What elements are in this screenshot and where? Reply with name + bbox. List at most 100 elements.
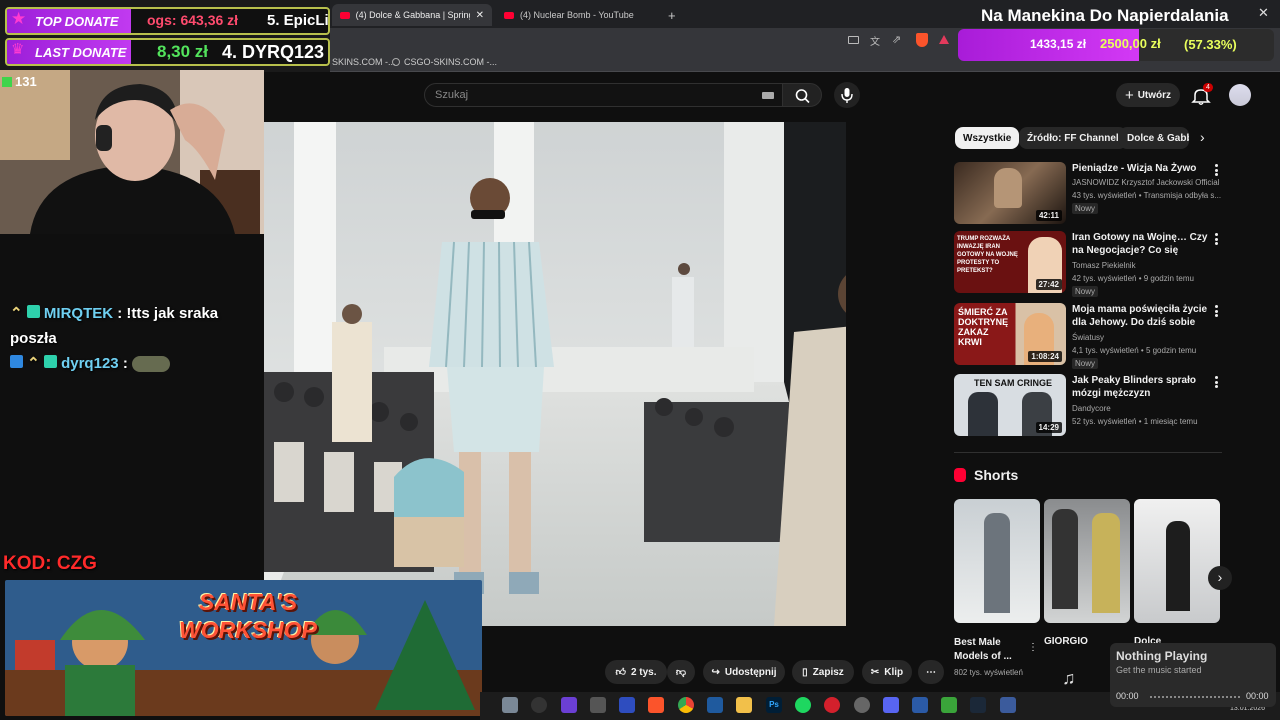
recommendation-item[interactable]: TRUMP ROZWAŻA INWAZJĘ IRAN GOTOWY NA WOJ…: [954, 231, 1224, 297]
thumbnail-figure: [1052, 509, 1078, 609]
clip-button[interactable]: ✂ Klip: [862, 660, 912, 684]
duration-badge: 14:29: [1035, 422, 1062, 433]
chrome-icon[interactable]: [678, 697, 694, 713]
youtube-icon: [340, 11, 350, 19]
channel-name: Tomasz Piekielnik: [1072, 261, 1136, 270]
stream-title: Na Manekina Do Napierdalania: [981, 6, 1229, 25]
video-stats: 43 tys. wyświetleń • Transmisja odbyła s…: [1072, 191, 1222, 200]
app-icon[interactable]: [619, 697, 635, 713]
app-icon[interactable]: [854, 697, 870, 713]
share-button[interactable]: ↪ Udostępnij: [703, 660, 785, 684]
chat-message: ⌃ dyrq123 :: [10, 354, 170, 373]
thumbnail-text: TEN SAM CRINGE: [974, 378, 1053, 388]
save-label: Zapisz: [812, 666, 844, 678]
channel-watermark: FF: [844, 498, 846, 565]
app-icon[interactable]: [1000, 697, 1016, 713]
search-button[interactable]: [782, 83, 822, 107]
more-options-icon[interactable]: [1214, 233, 1218, 245]
spotify-icon[interactable]: [795, 697, 811, 713]
steam-icon[interactable]: [970, 697, 986, 713]
plus-icon: +: [1124, 86, 1134, 104]
new-badge: Nowy: [1072, 203, 1099, 214]
search-placeholder: Szukaj: [435, 89, 469, 101]
brave-icon[interactable]: [648, 697, 664, 713]
clip-label: Klip: [884, 666, 904, 678]
prime-badge-icon: [10, 355, 23, 368]
kebab-icon[interactable]: ⋮: [1028, 642, 1038, 653]
ellipsis-icon: ⋯: [926, 666, 936, 678]
recommendation-item[interactable]: ŚMIERĆ ZA DOKTRYNĘ ZAKAZ KRWI 1:08:24 Mo…: [954, 303, 1224, 369]
photoshop-icon[interactable]: Ps: [766, 697, 782, 713]
video-thumbnail: TRUMP ROZWAŻA INWAZJĘ IRAN GOTOWY NA WOJ…: [954, 231, 1066, 293]
now-playing-widget[interactable]: Nothing Playing Get the music started 00…: [1110, 643, 1276, 707]
app-icon[interactable]: [912, 697, 928, 713]
short-thumbnail[interactable]: [954, 499, 1040, 623]
video-player[interactable]: FF: [264, 122, 846, 626]
tab-dolce-gabbana[interactable]: (4) Dolce & Gabbana | Spring Su ✕: [332, 4, 492, 26]
short-title: Best Male Models of ...: [954, 637, 1012, 662]
bookmark-icon: ▯: [802, 666, 808, 678]
bookmark-item[interactable]: SKINS.COM -...: [332, 57, 396, 67]
keyboard-icon[interactable]: [762, 92, 774, 99]
camera-app-icon[interactable]: [502, 697, 518, 713]
donation-goal-bar: 1433,15 zł 2500,00 zł (57.33%): [958, 29, 1274, 61]
new-tab-button[interactable]: +: [660, 4, 684, 26]
webcam-feed: [0, 70, 264, 234]
window-close-icon[interactable]: ✕: [1258, 5, 1269, 21]
more-actions-button[interactable]: ⋯: [918, 660, 944, 684]
short-views: 802 tys. wyświetleń: [954, 668, 1023, 677]
chip-source-ff[interactable]: Źródło: FF Channel: [1019, 127, 1127, 149]
recommendation-item[interactable]: TEN SAM CRINGE 14:29 Jak Peaky Blinders …: [954, 374, 1224, 438]
thumbnail-figure: [994, 168, 1022, 208]
search-input[interactable]: Szukaj: [424, 83, 786, 107]
screen: (4) Dolce & Gabbana | Spring Su ✕ (4) Nu…: [0, 0, 1280, 720]
like-button[interactable]: 👍︎ 2 tys.: [605, 660, 667, 684]
more-options-icon[interactable]: [1214, 305, 1218, 317]
promo-code: KOD: CZG: [3, 553, 97, 574]
app-icon[interactable]: [824, 697, 840, 713]
cast-icon[interactable]: [848, 36, 859, 44]
app-icon[interactable]: [590, 697, 606, 713]
recommendation-item[interactable]: 42:11 Pieniądze - Wizja Na Żywo JASNOWID…: [954, 162, 1224, 226]
app-icon[interactable]: [707, 697, 723, 713]
app-icon[interactable]: [561, 697, 577, 713]
thumbnail-figure: [1092, 513, 1120, 613]
time-end: 00:00: [1246, 691, 1269, 701]
video-title: Jak Peaky Blinders sprało mózgi mężczyzn: [1072, 375, 1196, 399]
folder-icon[interactable]: [736, 697, 752, 713]
share-icon[interactable]: ⇗: [892, 33, 901, 46]
emote-icon: [131, 356, 170, 373]
notifications-button[interactable]: 4: [1190, 83, 1213, 107]
promo-title: SANTA'S WORKSHOP: [179, 589, 317, 643]
dislike-button[interactable]: 👎︎: [667, 660, 695, 684]
create-button[interactable]: + Utwórz: [1116, 83, 1180, 107]
chip-dolce[interactable]: Dolce & Gabba: [1119, 127, 1189, 149]
chips-next-icon[interactable]: ›: [1200, 129, 1205, 145]
thumbs-down-icon: 👎︎: [675, 667, 687, 678]
tab-nuclear-bomb[interactable]: (4) Nuclear Bomb - YouTube: [496, 4, 656, 26]
promo-banner[interactable]: SANTA'S WORKSHOP: [5, 580, 482, 716]
thumbnail-figure: [968, 392, 998, 436]
shorts-next-button[interactable]: ›: [1208, 566, 1232, 590]
bookmark-item[interactable]: CSGO-SKINS.COM -...: [392, 57, 497, 67]
app-icon[interactable]: [531, 697, 547, 713]
voice-search-button[interactable]: [834, 82, 860, 108]
minecraft-icon[interactable]: [941, 697, 957, 713]
brave-shield-icon[interactable]: [916, 33, 928, 47]
top-donate-value: ogs: 643,36 zł: [147, 12, 239, 28]
chat-text: : !tts jak sraka poszła: [10, 305, 219, 347]
account-avatar[interactable]: [1229, 84, 1251, 106]
last-donate-row: LAST DONATE ♛ 8,30 zł 4. DYRQ123: [5, 38, 330, 66]
rewards-triangle-icon[interactable]: [939, 35, 949, 44]
more-options-icon[interactable]: [1214, 164, 1218, 176]
translate-icon[interactable]: 文: [870, 33, 880, 48]
short-thumbnail[interactable]: [1134, 499, 1220, 623]
media-progress-bar[interactable]: [1150, 696, 1240, 698]
crown-icon: ♛: [11, 41, 25, 58]
discord-icon[interactable]: [883, 697, 899, 713]
more-options-icon[interactable]: [1214, 376, 1218, 388]
chip-all[interactable]: Wszystkie: [955, 127, 1020, 149]
short-thumbnail[interactable]: [1044, 499, 1130, 623]
save-button[interactable]: ▯ Zapisz: [792, 660, 854, 684]
close-tab-icon[interactable]: ✕: [476, 10, 484, 21]
